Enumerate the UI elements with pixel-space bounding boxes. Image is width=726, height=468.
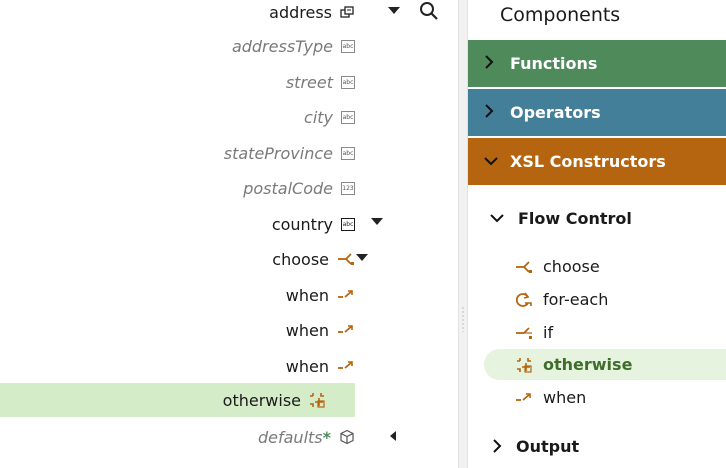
tree-node-label: street	[285, 72, 333, 92]
string-type-icon: abc	[341, 146, 355, 160]
component-label: if	[543, 323, 554, 342]
component-if[interactable]: if	[484, 317, 726, 348]
component-label: for-each	[543, 290, 609, 309]
tree-node-postal-code[interactable]: postalCode 123	[0, 171, 355, 205]
subsection-output[interactable]: Output	[468, 429, 726, 463]
section-label: XSL Constructors	[510, 152, 666, 171]
tree-node-country[interactable]: country abc	[0, 207, 355, 241]
chevron-right-icon	[492, 439, 502, 453]
subsection-flow-control[interactable]: Flow Control	[468, 201, 726, 235]
tree-node-defaults[interactable]: defaults *	[0, 420, 355, 454]
subsection-label: Flow Control	[518, 208, 632, 228]
when-icon	[514, 391, 534, 405]
component-label: choose	[543, 257, 600, 276]
collapse-caret-icon[interactable]	[388, 7, 400, 14]
object-icon	[340, 5, 355, 19]
tree-node-label: postalCode	[243, 178, 333, 198]
tree-node-label: stateProvince	[223, 143, 333, 163]
component-label: when	[543, 388, 587, 407]
tree-node-when[interactable]: when	[0, 278, 355, 312]
tree-node-label: when	[285, 285, 329, 305]
tree-node-label: choose	[272, 249, 329, 269]
component-when[interactable]: when	[484, 382, 726, 413]
expand-caret-icon[interactable]	[390, 431, 396, 441]
chevron-right-icon	[484, 103, 496, 122]
tree-node-label: when	[285, 320, 329, 340]
tree-node-when[interactable]: when	[0, 313, 355, 347]
tree-node-label: country	[271, 214, 333, 234]
required-marker: *	[322, 427, 331, 447]
choose-icon	[337, 252, 355, 266]
splitter-grip-icon[interactable]	[462, 306, 464, 332]
string-type-icon: abc	[341, 110, 355, 124]
section-label: Functions	[510, 54, 598, 73]
tree-node-city[interactable]: city abc	[0, 100, 355, 134]
section-functions[interactable]: Functions	[468, 40, 726, 87]
search-icon[interactable]	[419, 1, 439, 25]
component-otherwise[interactable]: otherwise	[484, 349, 726, 380]
tree-node-label: defaults	[257, 427, 323, 447]
section-operators[interactable]: Operators	[468, 89, 726, 136]
when-icon	[337, 288, 355, 302]
tree-node-when[interactable]: when	[0, 349, 355, 383]
pane-splitter[interactable]	[458, 0, 468, 468]
mapping-tree-pane: address addressType abc street abc city …	[0, 0, 458, 468]
tree-node-label: when	[285, 356, 329, 376]
section-xsl-constructors[interactable]: XSL Constructors	[468, 138, 726, 185]
if-icon	[514, 326, 534, 340]
when-icon	[337, 323, 355, 337]
subsection-label: Output	[516, 436, 580, 456]
tree-node-state-province[interactable]: stateProvince abc	[0, 136, 355, 170]
string-type-icon: abc	[341, 217, 355, 231]
otherwise-icon	[514, 357, 534, 373]
components-panel: Components Functions Operators XSL Const…	[468, 0, 726, 468]
collapse-caret-icon[interactable]	[371, 218, 383, 225]
when-icon	[337, 359, 355, 373]
tree-node-choose[interactable]: choose	[0, 242, 355, 276]
component-choose[interactable]: choose	[484, 251, 726, 282]
choose-icon	[514, 260, 534, 274]
tree-node-address[interactable]: address	[0, 0, 355, 29]
tree-node-address-type[interactable]: addressType abc	[0, 29, 355, 63]
collapse-caret-icon[interactable]	[356, 254, 368, 261]
tree-node-label: city	[304, 107, 333, 127]
component-label: otherwise	[543, 355, 633, 374]
otherwise-icon	[309, 392, 325, 408]
chevron-down-icon	[490, 213, 504, 223]
for-each-icon	[514, 292, 534, 308]
string-type-icon: abc	[341, 75, 355, 89]
tree-node-street[interactable]: street abc	[0, 65, 355, 99]
string-type-icon: abc	[341, 39, 355, 53]
tree-node-otherwise[interactable]: otherwise	[0, 383, 355, 417]
cube-icon	[339, 429, 355, 445]
tree-node-label: address	[269, 2, 332, 22]
section-label: Operators	[510, 103, 601, 122]
tree-node-label: otherwise	[222, 390, 301, 410]
number-type-icon: 123	[341, 181, 355, 195]
chevron-down-icon	[484, 154, 498, 170]
chevron-right-icon	[484, 54, 496, 73]
components-title: Components	[500, 4, 621, 26]
component-for-each[interactable]: for-each	[484, 284, 726, 315]
tree-node-label: addressType	[231, 36, 333, 56]
